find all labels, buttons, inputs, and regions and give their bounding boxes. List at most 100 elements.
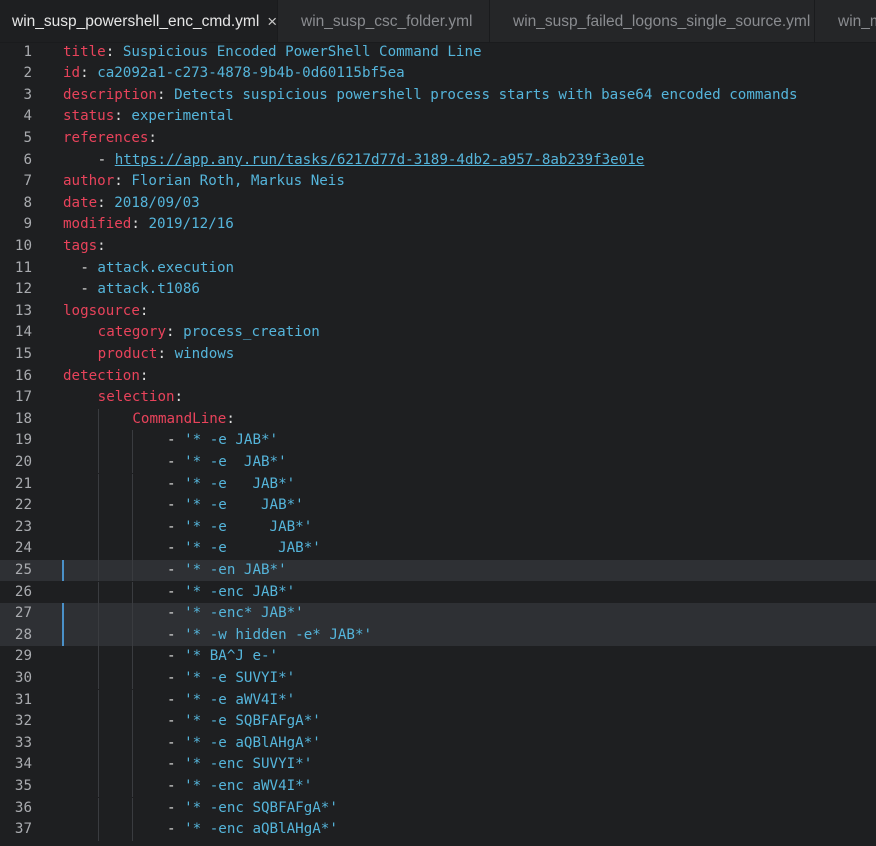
code-line[interactable]: 22 - '* -e JAB*' xyxy=(0,495,876,517)
code-text: - '* -e JAB*' xyxy=(167,474,295,496)
code-text: author: Florian Roth, Markus Neis xyxy=(63,171,345,193)
line-number: 8 xyxy=(23,194,32,211)
indent-guide xyxy=(97,646,99,668)
yaml-value: '* -e aQBlAHgA*' xyxy=(184,734,321,751)
code-text: CommandLine: xyxy=(132,409,235,431)
code-line[interactable]: 1 title: Suspicious Encoded PowerShell Co… xyxy=(0,43,876,63)
code-line[interactable]: 14 category: process_creation xyxy=(0,322,876,344)
code-text: id: ca2092a1-c273-4878-9b4b-0d60115bf5ea xyxy=(63,63,405,85)
indent-guide xyxy=(97,559,99,582)
yaml-value: '* -en JAB*' xyxy=(184,561,287,578)
code-line[interactable]: 16 detection: xyxy=(0,366,876,388)
code-text: date: 2018/09/03 xyxy=(63,193,200,215)
code-line[interactable]: 11 - attack.execution xyxy=(0,258,876,280)
indent-guide xyxy=(132,797,134,820)
code-line[interactable]: 36 - '* -enc SQBFAFgA*' xyxy=(0,797,876,820)
code-line[interactable]: 29 - '* BA^J e-' xyxy=(0,646,876,668)
line-number: 9 xyxy=(23,216,32,233)
yaml-key: CommandLine xyxy=(132,410,227,427)
yaml-value: process_creation xyxy=(183,324,320,341)
code-line[interactable]: 19 - '* -e JAB*' xyxy=(0,430,876,452)
code-editor[interactable]: 1 title: Suspicious Encoded PowerShell Co… xyxy=(0,43,876,846)
code-line[interactable]: 4 status: experimental xyxy=(0,106,876,128)
tab-1[interactable]: win_susp_csc_folder.yml xyxy=(278,0,490,42)
indent-guide xyxy=(132,430,134,452)
close-icon[interactable]: × xyxy=(267,13,277,30)
code-line[interactable]: 21 - '* -e JAB*' xyxy=(0,473,876,496)
yaml-value: '* -enc SUVYI*' xyxy=(184,756,313,773)
code-line[interactable]: 18 CommandLine: xyxy=(0,408,876,431)
code-line[interactable]: 10 tags: xyxy=(0,236,876,258)
yaml-separator: : xyxy=(174,389,184,406)
code-text: category: process_creation xyxy=(98,322,320,344)
line-number: 13 xyxy=(14,302,32,319)
code-line[interactable]: 27 - '* -enc* JAB*' xyxy=(0,603,876,625)
code-line[interactable]: 28 - '* -w hidden -e* JAB*' xyxy=(0,624,876,647)
code-text: - '* -e aWV4I*' xyxy=(167,690,295,712)
yaml-key: modified xyxy=(63,216,132,233)
line-number: 12 xyxy=(14,281,32,298)
code-line[interactable]: 35 - '* -enc aWV4I*' xyxy=(0,775,876,798)
yaml-separator: : xyxy=(139,302,149,319)
code-line[interactable]: 31 - '* -e aWV4I*' xyxy=(0,689,876,712)
list-dash: - xyxy=(167,432,185,449)
indent-guide xyxy=(132,689,134,712)
indent-guide xyxy=(132,754,134,776)
code-line[interactable]: 8 date: 2018/09/03 xyxy=(0,193,876,215)
code-line[interactable]: 20 - '* -e JAB*' xyxy=(0,451,876,474)
yaml-value: windows xyxy=(174,345,235,362)
code-line[interactable]: 26 - '* -enc JAB*' xyxy=(0,581,876,604)
code-line[interactable]: 33 - '* -e aQBlAHgA*' xyxy=(0,732,876,755)
code-line[interactable]: 30 - '* -e SUVYI*' xyxy=(0,667,876,690)
tab-3[interactable]: win_ma xyxy=(815,0,876,42)
reference-link[interactable]: https://app.any.run/tasks/6217d77d-3189-… xyxy=(115,152,645,168)
yaml-separator: : xyxy=(80,65,98,82)
code-line[interactable]: 23 - '* -e JAB*' xyxy=(0,516,876,539)
code-line[interactable]: 32 - '* -e SQBFAFgA*' xyxy=(0,711,876,733)
tab-2[interactable]: win_susp_failed_logons_single_source.yml xyxy=(490,0,815,42)
indent-guide xyxy=(132,819,134,841)
yaml-value: '* -e JAB*' xyxy=(184,453,287,470)
indent-guide xyxy=(132,624,134,647)
code-text: references: xyxy=(63,128,157,150)
yaml-value: Suspicious Encoded PowerShell Command Li… xyxy=(122,43,482,60)
list-dash: - xyxy=(167,561,185,578)
code-line[interactable]: 37 - '* -enc aQBlAHgA*' xyxy=(0,819,876,841)
yaml-value: 2018/09/03 xyxy=(114,194,200,211)
yaml-value: '* -enc* JAB*' xyxy=(184,605,304,622)
code-text: - '* -e aQBlAHgA*' xyxy=(167,733,321,755)
list-dash: - xyxy=(97,151,115,168)
tab-label: win_susp_failed_logons_single_source.yml xyxy=(513,12,811,30)
list-dash: - xyxy=(80,259,98,276)
tab-0[interactable]: win_susp_powershell_enc_cmd.yml × xyxy=(0,0,278,42)
indent-guide xyxy=(132,711,134,733)
yaml-key: description xyxy=(63,86,157,103)
line-number: 30 xyxy=(14,669,32,686)
code-line[interactable]: 12 - attack.t1086 xyxy=(0,279,876,301)
code-line[interactable]: 2 id: ca2092a1-c273-4878-9b4b-0d60115bf5e… xyxy=(0,63,876,85)
code-line[interactable]: 9 modified: 2019/12/16 xyxy=(0,214,876,236)
code-text: - attack.t1086 xyxy=(80,279,200,301)
code-line[interactable]: 5 references: xyxy=(0,128,876,150)
code-line[interactable]: 25 - '* -en JAB*' xyxy=(0,559,876,582)
code-line[interactable]: 24 - '* -e JAB*' xyxy=(0,538,876,560)
list-dash: - xyxy=(167,713,185,730)
line-number: 21 xyxy=(14,475,32,492)
code-text: - '* -e JAB*' xyxy=(167,538,321,560)
yaml-separator: : xyxy=(226,410,235,427)
code-line[interactable]: 3 description: Detects suspicious powersh… xyxy=(0,85,876,107)
code-text: description: Detects suspicious powershe… xyxy=(63,85,798,107)
code-line[interactable]: 34 - '* -enc SUVYI*' xyxy=(0,754,876,776)
code-text: - '* -e JAB*' xyxy=(167,452,287,474)
code-text: - '* -enc SQBFAFgA*' xyxy=(167,798,338,820)
indent-guide xyxy=(97,775,99,798)
code-line[interactable]: 13 logsource: xyxy=(0,301,876,323)
code-line[interactable]: 17 selection: xyxy=(0,387,876,409)
code-line[interactable]: 15 product: windows xyxy=(0,344,876,366)
code-line[interactable]: 7 author: Florian Roth, Markus Neis xyxy=(0,171,876,193)
code-line[interactable]: 6 - https://app.any.run/tasks/6217d77d-31… xyxy=(0,150,876,172)
line-number: 24 xyxy=(14,540,32,557)
indent-guide xyxy=(97,689,99,712)
tab-label: win_susp_powershell_enc_cmd.yml xyxy=(12,12,260,30)
yaml-key: title xyxy=(63,43,106,60)
